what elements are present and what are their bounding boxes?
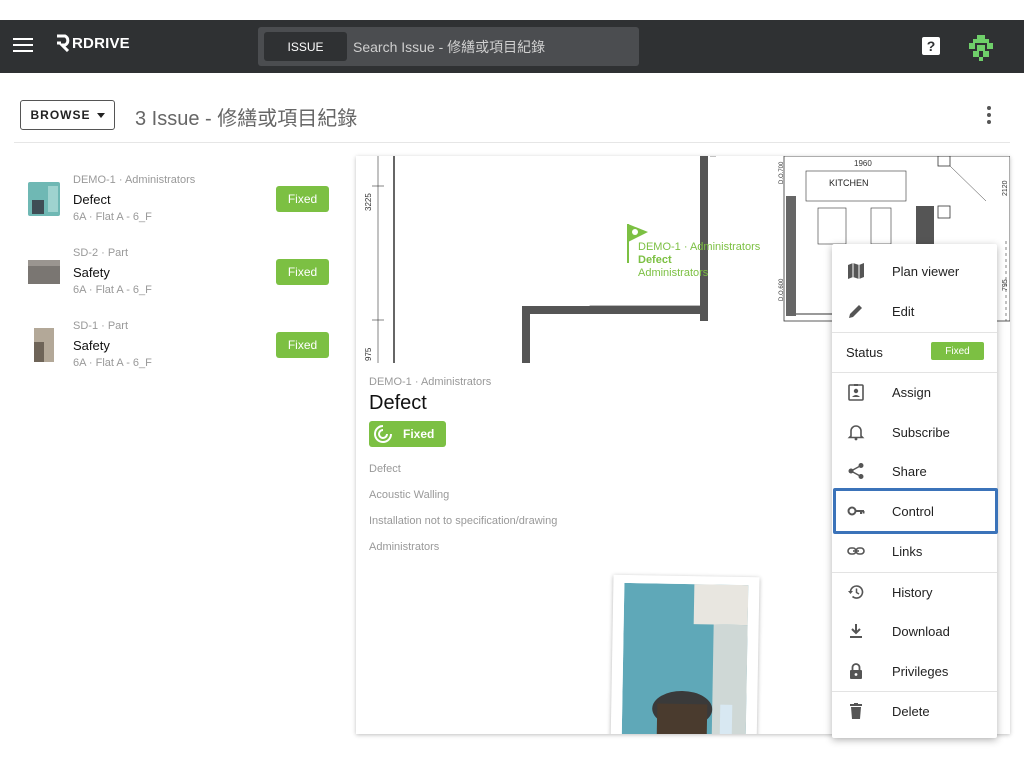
more-vert-icon[interactable] (984, 106, 994, 124)
hamburger-menu-icon[interactable] (13, 38, 33, 54)
detail-type: Acoustic Walling (369, 489, 450, 501)
menu-item-plan-viewer[interactable]: Plan viewer (832, 252, 997, 290)
menu-label: Share (892, 463, 927, 479)
dimension-795: 795 (1002, 279, 1009, 291)
trash-icon (850, 703, 862, 719)
marker-sub: Administrators (638, 267, 709, 279)
menu-label: Download (892, 623, 950, 639)
issue-list: DEMO-1 · Administrators Defect 6A · Flat… (14, 160, 344, 379)
rdrive-logo-icon (57, 34, 70, 52)
context-menu: Plan viewer Edit Status Fixed Assign Sub… (832, 244, 997, 738)
door-label-600: D.O.600 (779, 278, 785, 301)
list-item-title: Defect (73, 192, 111, 207)
menu-label: Links (892, 543, 923, 559)
issue-photo[interactable] (610, 574, 760, 734)
list-item-location: 6A · Flat A - 6_F (73, 284, 152, 296)
history-icon (848, 585, 864, 599)
search-input[interactable] (353, 32, 628, 61)
detail-title: Defect (369, 392, 427, 414)
header-divider (14, 142, 1010, 143)
menu-label: Assign (892, 384, 932, 400)
app-bar: RDRIVE ISSUE ? (0, 20, 1024, 73)
detail-category: Defect (369, 463, 401, 475)
detail-description: Installation not to specification/drawin… (369, 515, 558, 527)
marker-title: Defect (638, 254, 672, 266)
link-icon (847, 547, 865, 555)
page-title: 3 Issue - 修繕或項目紀錄 (135, 108, 358, 130)
issue-thumbnail (34, 328, 54, 362)
lock-icon (850, 663, 862, 679)
room-label-kitchen: KITCHEN (829, 178, 869, 188)
list-item[interactable]: DEMO-1 · Administrators Defect 6A · Flat… (14, 160, 344, 233)
assignment-ind-icon (848, 384, 864, 401)
list-item[interactable]: SD-1 · Part Safety 6A · Flat A - 6_F Fix… (14, 306, 344, 379)
menu-label: Edit (892, 303, 915, 319)
issue-details: DEMO-1 · Administrators Defect Fixed Def… (369, 376, 829, 553)
status-badge: Fixed (276, 186, 329, 212)
status-badge: Fixed (276, 259, 329, 285)
menu-item-status[interactable]: Status Fixed (832, 334, 997, 370)
browse-button-label: BROWSE (30, 108, 91, 122)
list-item[interactable]: SD-2 · Part Safety 6A · Flat A - 6_F Fix… (14, 233, 344, 306)
search-bar: ISSUE (258, 27, 639, 66)
menu-item-assign[interactable]: Assign (832, 373, 997, 411)
search-scope-tab[interactable]: ISSUE (264, 32, 347, 61)
status-ring-icon (374, 424, 393, 443)
menu-label: Subscribe (892, 424, 950, 440)
menu-item-share[interactable]: Share (832, 452, 997, 490)
key-icon (847, 506, 865, 516)
door-label-700: D.O.700 (779, 161, 785, 184)
list-item-meta: SD-1 · Part (73, 320, 129, 332)
list-item-location: 6A · Flat A - 6_F (73, 357, 152, 369)
download-icon (850, 624, 862, 638)
issue-thumbnail (28, 260, 60, 284)
browse-button[interactable]: BROWSE (20, 100, 115, 130)
dimension-975: 975 (364, 347, 373, 361)
caret-down-icon (96, 112, 105, 118)
detail-assignee: Administrators (369, 541, 440, 553)
bell-icon (847, 425, 865, 441)
menu-item-delete[interactable]: Delete (832, 692, 997, 730)
list-item-title: Safety (73, 338, 110, 353)
status-badge: Fixed (276, 332, 329, 358)
dimension-3225: 3225 (364, 193, 373, 211)
dimension-2120: 2120 (1002, 180, 1009, 196)
status-badge: Fixed (931, 342, 984, 360)
menu-item-links[interactable]: Links (832, 532, 997, 570)
top-margin (0, 0, 1024, 20)
menu-label: Status (846, 344, 883, 360)
issue-thumbnail (28, 182, 60, 216)
menu-divider (832, 332, 997, 333)
menu-item-history[interactable]: History (832, 573, 997, 611)
list-item-title: Safety (73, 265, 110, 280)
menu-label: Control (892, 503, 934, 519)
marker-meta: DEMO-1 · Administrators (638, 241, 761, 253)
menu-label: Plan viewer (892, 263, 960, 279)
menu-label: History (892, 584, 933, 600)
list-item-location: 6A · Flat A - 6_F (73, 211, 152, 223)
user-avatar[interactable] (967, 33, 995, 61)
menu-item-subscribe[interactable]: Subscribe (832, 413, 997, 451)
page-header: BROWSE 3 Issue - 修繕或項目紀錄 (0, 73, 1024, 143)
app-logo-text: RDRIVE (72, 34, 130, 52)
detail-meta: DEMO-1 · Administrators (369, 376, 492, 388)
menu-label: Privileges (892, 663, 949, 679)
menu-label: Delete (892, 703, 930, 719)
menu-item-privileges[interactable]: Privileges (832, 652, 997, 690)
list-item-meta: SD-2 · Part (73, 247, 129, 259)
dimension-1960: 1960 (854, 159, 872, 168)
menu-item-control[interactable]: Control (832, 492, 997, 530)
menu-item-download[interactable]: Download (832, 612, 997, 650)
app-logo[interactable]: RDRIVE (55, 34, 130, 52)
detail-status-label: Fixed (403, 427, 435, 441)
map-icon (848, 263, 864, 279)
pencil-icon (849, 305, 862, 318)
menu-item-edit[interactable]: Edit (832, 292, 997, 330)
issue-photo-image (621, 582, 749, 734)
help-icon[interactable]: ? (922, 37, 940, 55)
detail-status-chip[interactable]: Fixed (369, 421, 447, 447)
share-icon (848, 463, 864, 479)
list-item-meta: DEMO-1 · Administrators (73, 174, 196, 186)
